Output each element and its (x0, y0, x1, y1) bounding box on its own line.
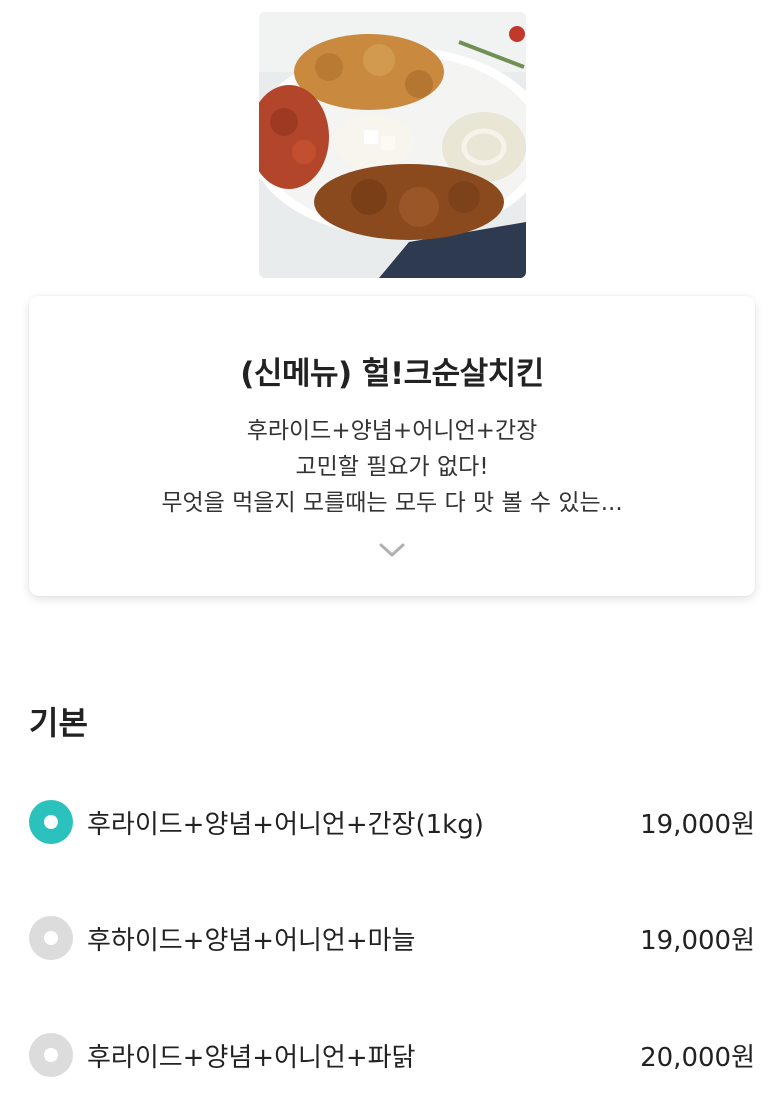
radio-button-selected[interactable] (29, 800, 73, 844)
option-row[interactable]: 후하이드+양념+어니언+마늘 19,000원 (29, 913, 755, 963)
radio-button[interactable] (29, 1033, 73, 1077)
option-row[interactable]: 후라이드+양념+어니언+파닭 20,000원 (29, 1030, 755, 1080)
menu-description-line: 후라이드+양념+어니언+간장 (246, 418, 538, 444)
option-price: 20,000원 (640, 1042, 755, 1073)
menu-photo (259, 12, 526, 278)
option-price: 19,000원 (640, 809, 755, 840)
radio-button[interactable] (29, 916, 73, 960)
option-row[interactable]: 후라이드+양념+어니언+간장(1kg) 19,000원 (29, 797, 755, 847)
options-section-title: 기본 (29, 704, 88, 742)
chevron-down-icon[interactable] (377, 541, 407, 559)
option-price: 19,000원 (640, 925, 755, 956)
menu-description-line: 무엇을 먹을지 모를때는 모두 다 맛 볼 수 있는... (161, 490, 623, 516)
menu-title: (신메뉴) 헐!크순살치킨 (240, 356, 544, 392)
menu-description: 후라이드+양념+어니언+간장 고민할 필요가 없다! 무엇을 먹을지 모를때는 … (29, 413, 755, 521)
menu-description-line: 고민할 필요가 없다! (295, 454, 489, 480)
option-label: 후라이드+양념+어니언+파닭 (87, 1042, 416, 1073)
option-label: 후라이드+양념+어니언+간장(1kg) (87, 809, 484, 840)
menu-info-card: (신메뉴) 헐!크순살치킨 후라이드+양념+어니언+간장 고민할 필요가 없다!… (29, 296, 755, 596)
option-label: 후하이드+양념+어니언+마늘 (87, 925, 416, 956)
